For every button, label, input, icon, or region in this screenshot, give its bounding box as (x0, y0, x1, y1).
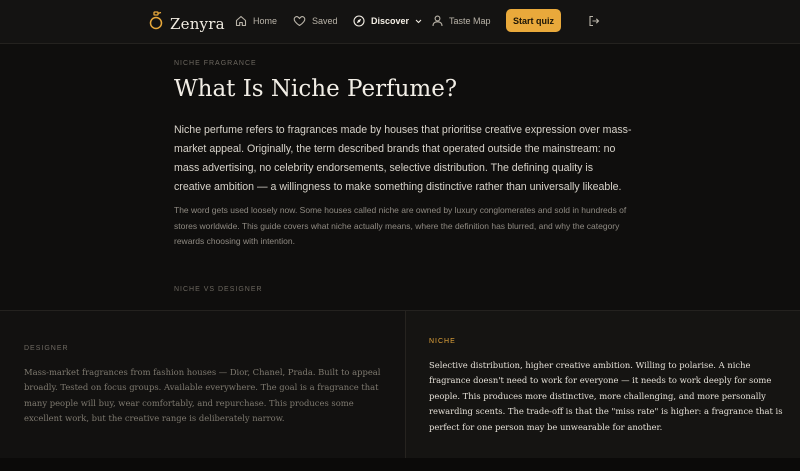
nav-home[interactable]: Home (235, 13, 277, 29)
perfume-bottle-icon (149, 11, 163, 36)
page-footer-edge (0, 458, 800, 471)
niche-card: NICHE Selective distribution, higher cre… (406, 311, 800, 459)
user-icon (432, 15, 443, 27)
heart-icon (293, 15, 306, 27)
niche-label: NICHE (429, 338, 456, 345)
brand-name: Zenyra (170, 14, 225, 33)
lead-paragraph: Niche perfume refers to fragrances made … (174, 124, 632, 193)
designer-card: DESIGNER Mass-market fragrances from fas… (0, 311, 406, 459)
nav-home-label: Home (253, 16, 278, 26)
designer-label: DESIGNER (24, 345, 69, 352)
nav-taste-map-label: Taste Map (449, 16, 491, 26)
nav-saved[interactable]: Saved (293, 13, 338, 29)
home-icon (235, 15, 247, 27)
nav-saved-label: Saved (312, 16, 338, 26)
niche-vs-designer-comparison: DESIGNER Mass-market fragrances from fas… (0, 310, 800, 459)
nav-discover-label: Discover (371, 16, 410, 26)
nav-discover[interactable]: Discover (353, 13, 422, 29)
compass-icon (353, 15, 365, 27)
brand-logo[interactable]: Zenyra (149, 11, 225, 36)
start-quiz-button[interactable]: Start quiz (506, 9, 561, 32)
page-title: What Is Niche Perfume? (174, 76, 458, 102)
nav-taste-map[interactable]: Taste Map (432, 13, 491, 29)
body-paragraph: The word gets used loosely now. Some hou… (174, 205, 627, 246)
logout-icon[interactable] (588, 14, 600, 32)
article-eyebrow: NICHE FRAGRANCE (174, 60, 257, 67)
chevron-down-icon (415, 18, 422, 24)
top-nav: Zenyra Home Saved Discover Taste Map Sta… (0, 0, 800, 44)
niche-description: Selective distribution, higher creative … (429, 360, 783, 432)
designer-description: Mass-market fragrances from fashion hous… (24, 367, 381, 424)
section-label: NICHE VS DESIGNER (174, 286, 263, 293)
